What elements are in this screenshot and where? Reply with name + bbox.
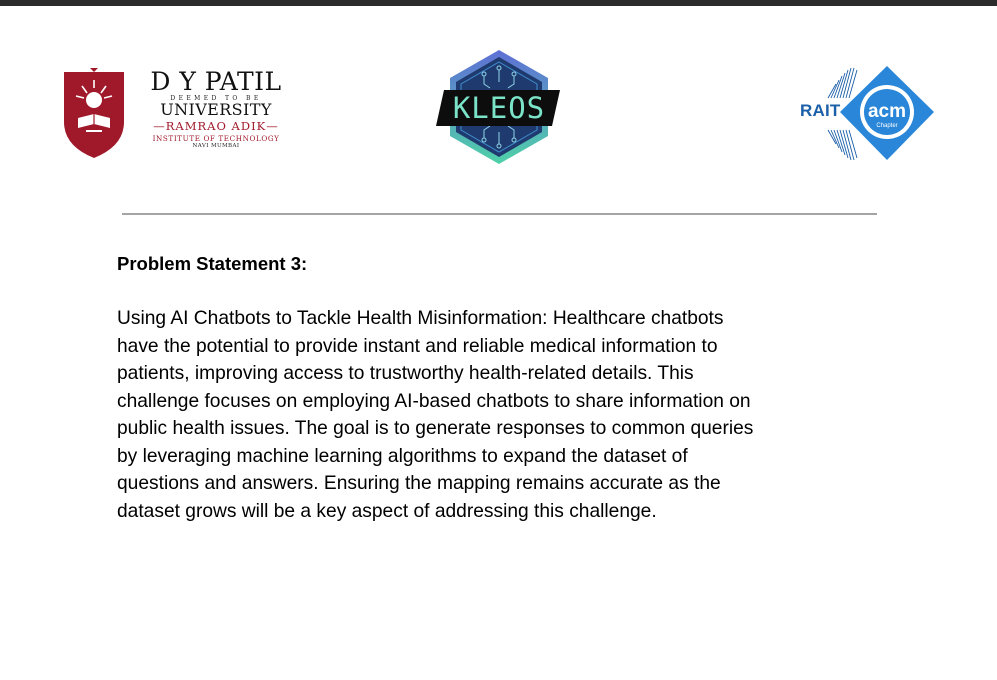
problem-statement-heading: Problem Statement 3: [117,253,308,274]
kleos-hexagon-icon: KLEOS [436,50,560,164]
body-line: patients, improving access to trustworth… [117,363,694,384]
acm-text: acm [868,101,906,122]
problem-statement-body: Using AI Chatbots to Tackle Health Misin… [117,305,877,525]
dy-patil-name: D Y PATIL [150,67,282,96]
body-line: Using AI Chatbots to Tackle Health Misin… [117,308,724,329]
dy-patil-ramrao: —RAMRAO ADIK— [153,119,279,133]
dy-patil-crest-icon [64,68,124,158]
header-divider [122,213,877,215]
kleos-text: KLEOS [453,91,545,125]
acm-chapter-text: Chapter [876,123,897,129]
body-line: questions and answers. Ensuring the mapp… [117,473,721,494]
body-line: by leveraging machine learning algorithm… [117,445,688,467]
acm-rait-text: RAIT [800,101,841,120]
body-line: challenge focuses on employing AI-based … [117,390,751,412]
body-line: dataset grows will be a key aspect of ad… [117,500,657,522]
top-bar [0,0,997,6]
dy-patil-university: UNIVERSITY [160,100,272,119]
body-line: public health issues. The goal is to gen… [117,418,754,439]
body-line: have the potential to provide instant an… [117,335,718,357]
dy-patil-location: NAVI MUMBAI [192,143,240,149]
rait-acm-logo: acm Chapter RAIT [798,64,938,164]
dy-patil-institute: INSTITUTE OF TECHNOLOGY [152,134,280,143]
dy-patil-wordmark: D Y PATIL DEEMED TO BE UNIVERSITY —RAMRA… [138,67,294,150]
kleos-logo: KLEOS [436,48,562,168]
dy-patil-logo: D Y PATIL DEEMED TO BE UNIVERSITY —RAMRA… [60,66,292,162]
